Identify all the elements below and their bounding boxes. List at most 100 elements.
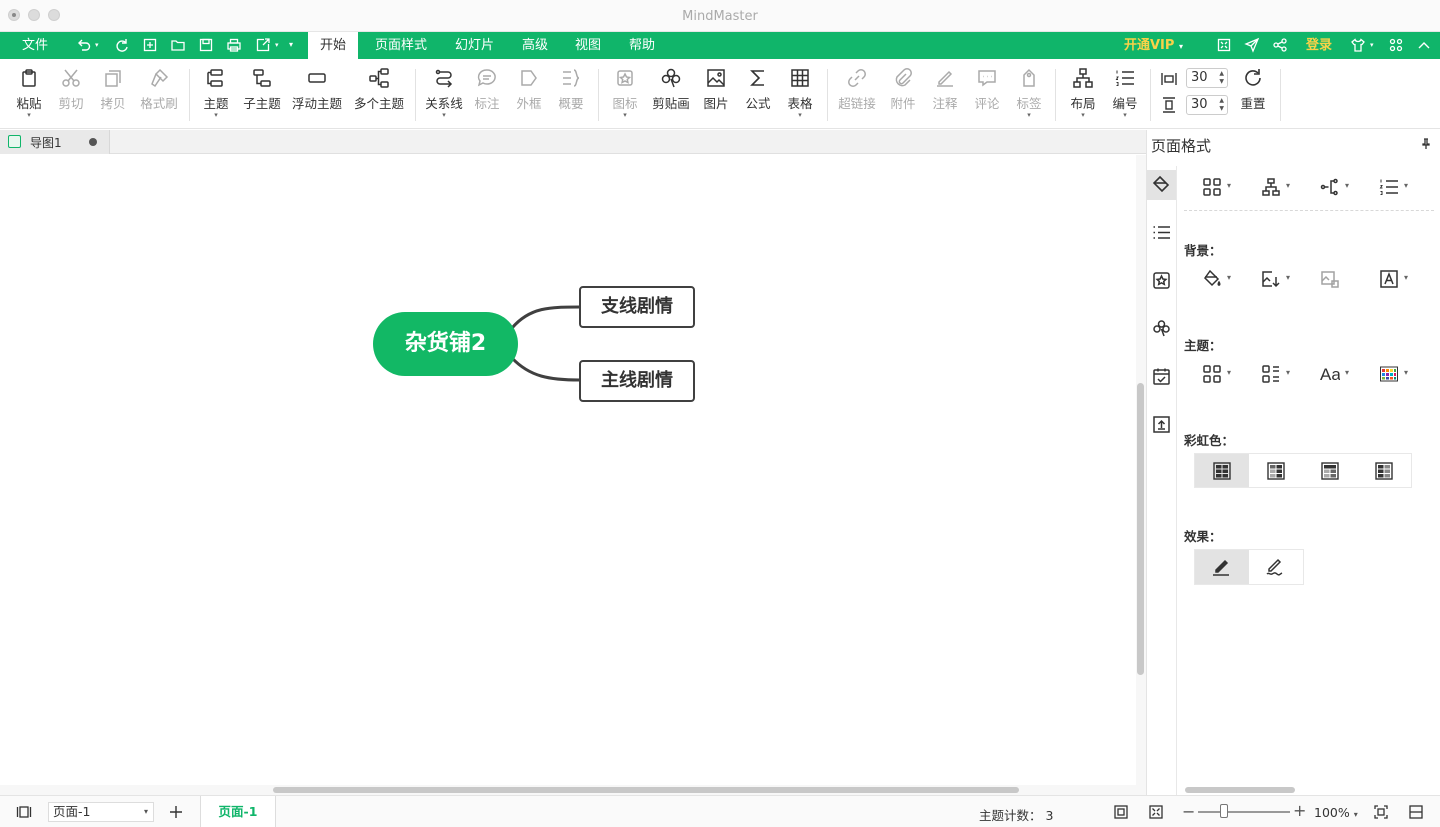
share-icon[interactable] (1272, 37, 1288, 53)
picture-button[interactable]: 图片 (701, 67, 731, 125)
rail-page-format[interactable] (1147, 170, 1176, 200)
tab-view[interactable]: 视图 (575, 32, 601, 59)
rail-clipart[interactable] (1147, 314, 1176, 344)
save-icon[interactable] (198, 37, 214, 53)
quick-access-more-icon[interactable]: ▾ (289, 40, 297, 56)
theme-color-button[interactable]: ▾ (1379, 362, 1419, 386)
horizontal-spacing-stepper-icon[interactable]: ▲ ▼ (1219, 70, 1224, 86)
skin-dropdown-icon[interactable]: ▾ (1370, 41, 1378, 57)
callout-button[interactable]: 标注 (472, 67, 502, 125)
comment-button[interactable]: 评论 (972, 67, 1002, 125)
print-icon[interactable] (226, 37, 242, 53)
pin-icon[interactable] (1420, 138, 1432, 150)
rail-outline[interactable] (1147, 218, 1176, 248)
tab-page-style[interactable]: 页面样式 (375, 32, 427, 59)
numbering-button[interactable]: 编号 ▾ (1110, 67, 1140, 125)
open-folder-icon[interactable] (170, 37, 186, 53)
redo-icon[interactable] (114, 37, 130, 53)
layout-style-button[interactable]: ▾ (1202, 175, 1242, 199)
background-fill-button[interactable]: ▾ (1202, 267, 1242, 291)
clipart-button[interactable]: 剪贴画 (650, 67, 692, 125)
page-select[interactable]: 页面-1 ▾ (48, 802, 154, 822)
canvas-horizontal-scrollbar[interactable] (0, 785, 1146, 795)
fit-window-icon[interactable] (1373, 804, 1389, 820)
tag-button[interactable]: 标签 ▾ (1014, 67, 1044, 125)
paste-button[interactable]: 粘贴 ▾ (12, 67, 46, 125)
floating-topic-button[interactable]: 浮动主题 (290, 67, 344, 125)
rainbow-option-4[interactable] (1357, 454, 1411, 487)
subtopic-node[interactable]: 支线剧情 (579, 286, 695, 328)
zoom-in-icon[interactable]: + (1293, 801, 1306, 820)
summary-button[interactable]: 概要 (556, 67, 586, 125)
subtopic-button[interactable]: 子主题 (240, 67, 284, 125)
effect-option-plain[interactable] (1195, 550, 1249, 584)
horizontal-scroll-thumb[interactable] (273, 787, 1019, 793)
vertical-spacing-input[interactable]: 30 ▲ ▼ (1186, 95, 1228, 115)
skin-icon[interactable] (1350, 37, 1366, 53)
page-tab-active[interactable]: 页面-1 (200, 796, 276, 827)
rail-export[interactable] (1147, 410, 1176, 440)
tab-slides[interactable]: 幻灯片 (455, 32, 494, 59)
vip-button[interactable]: 开通VIP ▾ (1124, 32, 1183, 59)
unsaved-indicator-icon[interactable] (89, 138, 97, 146)
note-button[interactable]: 注释 (930, 67, 960, 125)
mindmap-canvas[interactable] (0, 155, 1136, 785)
format-painter-button[interactable]: 格式刷 (138, 67, 180, 125)
export-dropdown-icon[interactable]: ▾ (275, 41, 283, 57)
root-topic[interactable]: 杂货铺2 (373, 312, 518, 376)
panel-scroll-thumb[interactable] (1185, 787, 1295, 793)
zoom-slider-thumb[interactable] (1220, 804, 1228, 818)
tab-help[interactable]: 帮助 (629, 32, 655, 59)
watermark-button[interactable]: ▾ (1379, 267, 1419, 291)
tab-advanced[interactable]: 高级 (522, 32, 548, 59)
connector-style-button[interactable]: ▾ (1320, 175, 1360, 199)
relationship-button[interactable]: 关系线 ▾ (424, 67, 464, 125)
add-page-icon[interactable] (168, 804, 184, 820)
topic-button[interactable]: 主题 ▾ (200, 67, 232, 125)
layout-button[interactable]: 布局 ▾ (1068, 67, 1098, 125)
vertical-spacing-stepper-icon[interactable]: ▲ ▼ (1219, 97, 1224, 113)
canvas-vertical-scrollbar[interactable] (1136, 155, 1146, 785)
tab-home[interactable]: 开始 (308, 32, 359, 59)
boundary-button[interactable]: 外框 (514, 67, 544, 125)
effect-option-handdrawn[interactable] (1249, 550, 1303, 584)
horizontal-spacing-input[interactable]: 30 ▲ ▼ (1186, 68, 1228, 88)
fit-page-icon[interactable] (1113, 804, 1129, 820)
new-file-icon[interactable] (142, 37, 158, 53)
hyperlink-button[interactable]: 超链接 (837, 67, 877, 125)
apps-icon[interactable] (1388, 37, 1404, 53)
zoom-level[interactable]: 100% ▾ (1314, 805, 1358, 820)
login-button[interactable]: 登录 (1306, 32, 1332, 59)
reset-button[interactable]: 重置 (1238, 67, 1268, 125)
background-image-button[interactable]: ▾ (1261, 267, 1301, 291)
zoom-slider-track[interactable] (1198, 811, 1290, 813)
collapse-ribbon-icon[interactable] (1416, 37, 1432, 53)
export-icon[interactable] (255, 37, 271, 53)
undo-dropdown-icon[interactable]: ▾ (95, 41, 103, 57)
rail-tasks[interactable] (1147, 362, 1176, 392)
remove-background-button[interactable] (1320, 267, 1360, 291)
page-panel-icon[interactable] (16, 804, 32, 820)
formula-button[interactable]: 公式 (743, 67, 773, 125)
theme-button[interactable]: ▾ (1202, 362, 1242, 386)
numbering-style-button[interactable]: ▾ (1379, 175, 1419, 199)
menu-file[interactable]: 文件 (22, 32, 48, 59)
fullscreen-icon[interactable] (1148, 804, 1164, 820)
rail-icons[interactable] (1147, 266, 1176, 296)
rainbow-option-1[interactable] (1195, 454, 1249, 487)
vertical-scroll-thumb[interactable] (1137, 383, 1144, 675)
fullscreen-icon[interactable] (1216, 37, 1232, 53)
table-button[interactable]: 表格 ▾ (785, 67, 815, 125)
copy-button[interactable]: 拷贝 (98, 67, 128, 125)
panel-horizontal-scrollbar[interactable] (1181, 785, 1439, 795)
theme-style-button[interactable]: ▾ (1261, 362, 1301, 386)
undo-icon[interactable] (76, 37, 92, 53)
subtopic-node[interactable]: 主线剧情 (579, 360, 695, 402)
document-tab[interactable]: 导图1 (0, 130, 110, 154)
rainbow-option-2[interactable] (1249, 454, 1303, 487)
zoom-out-icon[interactable]: − (1182, 802, 1195, 821)
cut-button[interactable]: 剪切 (56, 67, 86, 125)
collapse-panel-icon[interactable] (1408, 804, 1424, 820)
structure-button[interactable]: ▾ (1261, 175, 1301, 199)
theme-font-button[interactable]: Aa ▾ (1320, 362, 1360, 386)
